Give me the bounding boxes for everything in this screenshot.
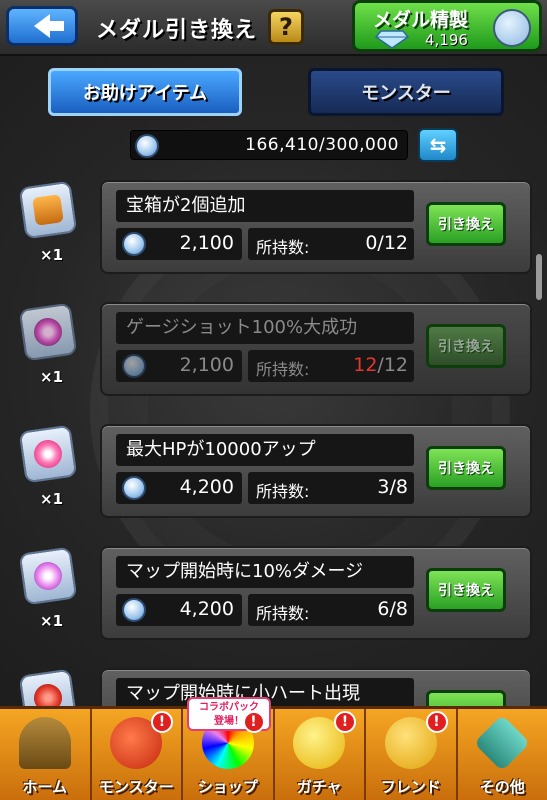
other-menu-icon — [473, 714, 531, 772]
treasure-chest-icon — [18, 180, 78, 240]
nav-label: ショップ — [197, 778, 258, 796]
medal-balance-value: 166,410/300,000 — [245, 135, 399, 155]
back-arrow-icon — [34, 14, 64, 38]
scrollbar[interactable] — [536, 176, 542, 696]
item-quantity: ×1 — [40, 490, 64, 508]
item-owned: 所持数: 0/12 — [248, 228, 414, 260]
help-button[interactable]: ? — [268, 9, 304, 45]
item-cost-value: 2,100 — [179, 354, 234, 376]
back-button[interactable] — [6, 6, 78, 46]
list-item: マップ開始時に小ハート出現 — [0, 664, 547, 710]
page-title: メダル引き換え — [96, 18, 258, 43]
owned-value: 12/12 — [353, 354, 408, 376]
item-cost: 2,100 — [116, 350, 242, 382]
item-cost: 4,200 — [116, 594, 242, 626]
owned-value: 3/8 — [377, 476, 408, 498]
item-panel: マップ開始時に小ハート出現 — [100, 668, 532, 710]
medal-refine-icon — [493, 9, 531, 47]
item-panel: 最大HPが10000アップ 4,200 所持数: 3/8 引き換え — [100, 424, 532, 518]
medal-icon — [122, 598, 146, 622]
gem-icon — [375, 30, 409, 49]
item-name: ゲージショット100%大成功 — [116, 312, 414, 344]
alert-badge: ! — [334, 711, 356, 733]
item-cost: 4,200 — [116, 472, 242, 504]
alert-badge: ! — [425, 711, 448, 733]
item-panel: 宝箱が2個追加 2,100 所持数: 0/12 引き換え — [100, 180, 532, 274]
nav-friend[interactable]: ! フレンド — [366, 709, 458, 800]
item-list[interactable]: ×1 宝箱が2個追加 2,100 所持数: 0/12 引き換え ×1 ゲージショ… — [0, 172, 547, 710]
owned-label: 所持数: — [256, 238, 310, 257]
home-gate-icon — [18, 717, 71, 769]
item-panel: ゲージショット100%大成功 2,100 所持数: 12/12 引き換え — [100, 302, 532, 396]
tab-helper-items[interactable]: お助けアイテム — [48, 68, 242, 116]
medal-refine-button[interactable]: メダル精製 4,196 — [352, 0, 542, 52]
item-owned: 所持数: 12/12 — [248, 350, 414, 382]
alert-badge: ! — [242, 711, 265, 733]
owned-label: 所持数: — [256, 360, 310, 379]
scrollbar-thumb[interactable] — [536, 254, 542, 300]
medal-icon — [122, 354, 146, 378]
nav-gacha[interactable]: ! ガチャ — [275, 709, 366, 800]
item-cost-value: 4,200 — [179, 476, 234, 498]
sparkle-burst-icon — [18, 546, 78, 606]
header-bar: メダル引き換え ? メダル精製 4,196 — [0, 0, 547, 56]
exchange-button-disabled: 引き換え — [426, 324, 506, 368]
nav-monster[interactable]: ! モンスター — [92, 709, 183, 800]
list-item: ×1 宝箱が2個追加 2,100 所持数: 0/12 引き換え — [0, 176, 547, 286]
list-item: ×1 最大HPが10000アップ 4,200 所持数: 3/8 引き換え — [0, 420, 547, 530]
item-quantity: ×1 — [40, 612, 64, 630]
item-name: マップ開始時に10%ダメージ — [116, 556, 414, 588]
red-heart-icon — [18, 668, 78, 710]
nav-label: その他 — [479, 778, 525, 796]
swap-icon[interactable]: ⇆ — [418, 128, 458, 162]
owned-value: 0/12 — [365, 232, 408, 254]
owned-value: 6/8 — [377, 598, 408, 620]
nav-label: ホーム — [22, 778, 68, 796]
item-owned: 所持数: 3/8 — [248, 472, 414, 504]
heart-plus-icon — [18, 424, 78, 484]
exchange-button[interactable]: 引き換え — [426, 568, 506, 612]
exchange-button[interactable]: 引き換え — [426, 446, 506, 490]
item-quantity: ×1 — [40, 246, 64, 264]
owned-label: 所持数: — [256, 482, 310, 501]
item-name: 宝箱が2個追加 — [116, 190, 414, 222]
item-cost-value: 4,200 — [179, 598, 234, 620]
owned-label: 所持数: — [256, 604, 310, 623]
medal-icon — [135, 134, 159, 158]
medal-icon — [122, 476, 146, 500]
nav-label: ガチャ — [296, 778, 342, 796]
exchange-button[interactable]: 引き換え — [426, 202, 506, 246]
list-item: ×1 マップ開始時に10%ダメージ 4,200 所持数: 6/8 引き換え — [0, 542, 547, 652]
list-item: ×1 ゲージショット100%大成功 2,100 所持数: 12/12 引き換え — [0, 298, 547, 408]
nav-label: モンスター — [98, 778, 174, 796]
item-panel: マップ開始時に10%ダメージ 4,200 所持数: 6/8 引き換え — [100, 546, 532, 640]
nav-home[interactable]: ホーム — [0, 709, 92, 800]
bottom-nav: ホーム ! モンスター コラボパック 登場！ ! ショップ ! ガチャ ! フレ… — [0, 697, 547, 800]
item-cost: 2,100 — [116, 228, 242, 260]
nav-other[interactable]: その他 — [458, 709, 547, 800]
medal-refine-label: メダル精製 — [373, 9, 469, 31]
item-quantity: ×1 — [40, 368, 64, 386]
nav-label: フレンド — [380, 778, 441, 796]
gauge-shot-icon — [18, 302, 78, 362]
item-cost-value: 2,100 — [179, 232, 234, 254]
medal-balance: 166,410/300,000 — [130, 130, 408, 160]
tab-monster[interactable]: モンスター — [308, 68, 504, 116]
item-name: 最大HPが10000アップ — [116, 434, 414, 466]
alert-badge: ! — [151, 711, 173, 733]
item-owned: 所持数: 6/8 — [248, 594, 414, 626]
nav-shop[interactable]: コラボパック 登場！ ! ショップ — [183, 697, 275, 800]
medal-icon — [122, 232, 146, 256]
gem-count: 4,196 — [425, 31, 468, 49]
